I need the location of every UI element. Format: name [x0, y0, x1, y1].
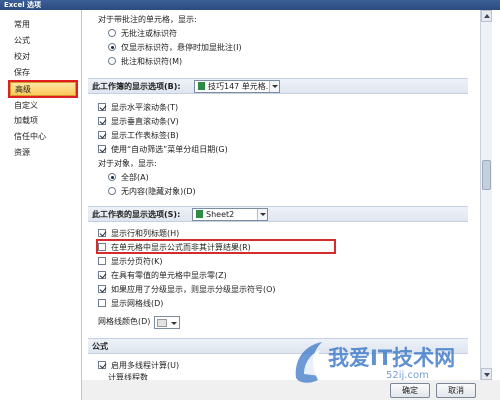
- checkbox-checked-icon: [98, 285, 106, 293]
- cancel-button[interactable]: 取消: [436, 383, 476, 398]
- checkbox-checked-icon: [98, 229, 106, 237]
- vertical-scrollbar[interactable]: [480, 10, 492, 380]
- radio-label: 仅显示标识符，悬停时加显批注(I): [121, 43, 242, 52]
- checkbox-label: 使用“自动筛选”菜单分组日期(G): [111, 145, 228, 154]
- checkbox-checked-icon: [98, 103, 106, 111]
- scroll-down-icon[interactable]: [481, 368, 492, 380]
- sidebar-item-customize[interactable]: 自定义: [10, 99, 76, 113]
- workbook-options-label: 此工作簿的显示选项(B):: [92, 82, 181, 91]
- threads-label: 计算线程数: [108, 373, 148, 380]
- gridline-color-label: 网格线颜色(D): [98, 317, 151, 326]
- sidebar-item-trust-center[interactable]: 信任中心: [10, 130, 76, 144]
- checkbox-label: 如果应用了分级显示，则显示分级显示符号(O): [111, 285, 276, 294]
- checkbox-checked-icon: [98, 131, 106, 139]
- checkbox-autofilter-dates[interactable]: 使用“自动筛选”菜单分组日期(G): [98, 144, 228, 156]
- chevron-down-icon[interactable]: [269, 81, 279, 92]
- worksheet-select-value: Sheet2: [206, 210, 235, 219]
- worksheet-options-header: 此工作表的显示选项(S):: [88, 206, 468, 222]
- paint-bucket-icon: [157, 319, 167, 327]
- checkbox-label: 启用多线程计算(U): [111, 361, 180, 370]
- radio-objects-all[interactable]: 全部(A): [108, 172, 149, 184]
- checkbox-hscroll[interactable]: 显示水平滚动条(T): [98, 102, 178, 114]
- radio-objects-none[interactable]: 无内容(隐藏对象)(D): [108, 186, 196, 198]
- checkbox-label: 显示行和列标题(H): [111, 229, 180, 238]
- checkbox-icon: [98, 299, 106, 307]
- checkbox-multithread[interactable]: 启用多线程计算(U): [98, 360, 179, 372]
- checkbox-vscroll[interactable]: 显示垂直滚动条(V): [98, 116, 179, 128]
- sidebar-item-save[interactable]: 保存: [10, 66, 76, 80]
- checkbox-checked-icon: [98, 361, 106, 369]
- highlight-annotation: [96, 239, 336, 254]
- radio-label: 全部(A): [121, 173, 149, 182]
- dialog-footer: 确定 取消: [82, 380, 500, 400]
- worksheet-icon: [196, 210, 203, 218]
- sidebar-item-formulas[interactable]: 公式: [10, 34, 76, 48]
- workbook-select[interactable]: 技巧147 单元格...: [194, 80, 280, 93]
- chevron-down-icon[interactable]: [257, 209, 267, 220]
- checkbox-label: 显示分页符(K): [111, 257, 163, 266]
- radio-label: 批注和标识符(M): [121, 57, 183, 66]
- checkbox-label: 在具有零值的单元格中显示零(Z): [111, 271, 227, 280]
- sidebar-item-resources[interactable]: 资源: [10, 146, 76, 160]
- checkbox-show-zeros[interactable]: 在具有零值的单元格中显示零(Z): [98, 270, 227, 282]
- checkbox-checked-icon: [98, 271, 106, 279]
- radio-indicator-only[interactable]: 仅显示标识符，悬停时加显批注(I): [108, 42, 242, 54]
- worksheet-options-label: 此工作表的显示选项(S):: [92, 210, 181, 219]
- checkbox-gridlines[interactable]: 显示网格线(D): [98, 298, 163, 310]
- gridline-color-picker[interactable]: [154, 316, 180, 329]
- checkbox-label: 显示水平滚动条(T): [111, 103, 179, 112]
- ok-button[interactable]: 确定: [390, 383, 430, 398]
- checkbox-label: 显示网格线(D): [111, 299, 164, 308]
- scroll-up-icon[interactable]: [481, 10, 492, 22]
- sidebar-item-common[interactable]: 常用: [10, 18, 76, 32]
- checkbox-icon: [98, 257, 106, 265]
- radio-icon: [108, 57, 116, 65]
- options-sidebar: 常用 公式 校对 保存 高级 自定义 加载项 信任中心 资源: [0, 10, 82, 400]
- radio-icon: [108, 187, 116, 195]
- checkbox-checked-icon: [98, 117, 106, 125]
- sidebar-item-proofing[interactable]: 校对: [10, 50, 76, 64]
- checkbox-label: 显示垂直滚动条(V): [111, 117, 179, 126]
- checkbox-checked-icon: [98, 145, 106, 153]
- sidebar-item-addins[interactable]: 加载项: [10, 114, 76, 128]
- radio-comments-and-indicators[interactable]: 批注和标识符(M): [108, 56, 182, 68]
- radio-checked-icon: [108, 173, 116, 181]
- sidebar-item-advanced[interactable]: 高级: [8, 80, 78, 98]
- radio-label: 无内容(隐藏对象)(D): [121, 187, 196, 196]
- checkbox-page-breaks[interactable]: 显示分页符(K): [98, 256, 163, 268]
- checkbox-label: 显示工作表标签(B): [111, 131, 179, 140]
- comments-heading: 对于带批注的单元格，显示:: [98, 15, 197, 24]
- radio-checked-icon: [108, 43, 116, 51]
- checkbox-sheet-tabs[interactable]: 显示工作表标签(B): [98, 130, 179, 142]
- radio-label: 无批注或标识符: [121, 29, 177, 38]
- formulas-header: 公式: [88, 338, 468, 354]
- radio-icon: [108, 29, 116, 37]
- worksheet-select[interactable]: Sheet2: [192, 208, 268, 221]
- workbook-select-value: 技巧147 单元格...: [208, 82, 274, 91]
- window-title: Excel 选项: [0, 0, 500, 10]
- options-content: 对于带批注的单元格，显示: 无批注或标识符 仅显示标识符，悬停时加显批注(I) …: [88, 10, 478, 380]
- objects-heading: 对于对象，显示:: [98, 159, 157, 168]
- chevron-down-icon: [171, 322, 177, 325]
- radio-no-comments[interactable]: 无批注或标识符: [108, 28, 177, 40]
- workbook-icon: [198, 82, 205, 90]
- checkbox-outline-symbols[interactable]: 如果应用了分级显示，则显示分级显示符号(O): [98, 284, 276, 296]
- scroll-thumb[interactable]: [482, 160, 491, 190]
